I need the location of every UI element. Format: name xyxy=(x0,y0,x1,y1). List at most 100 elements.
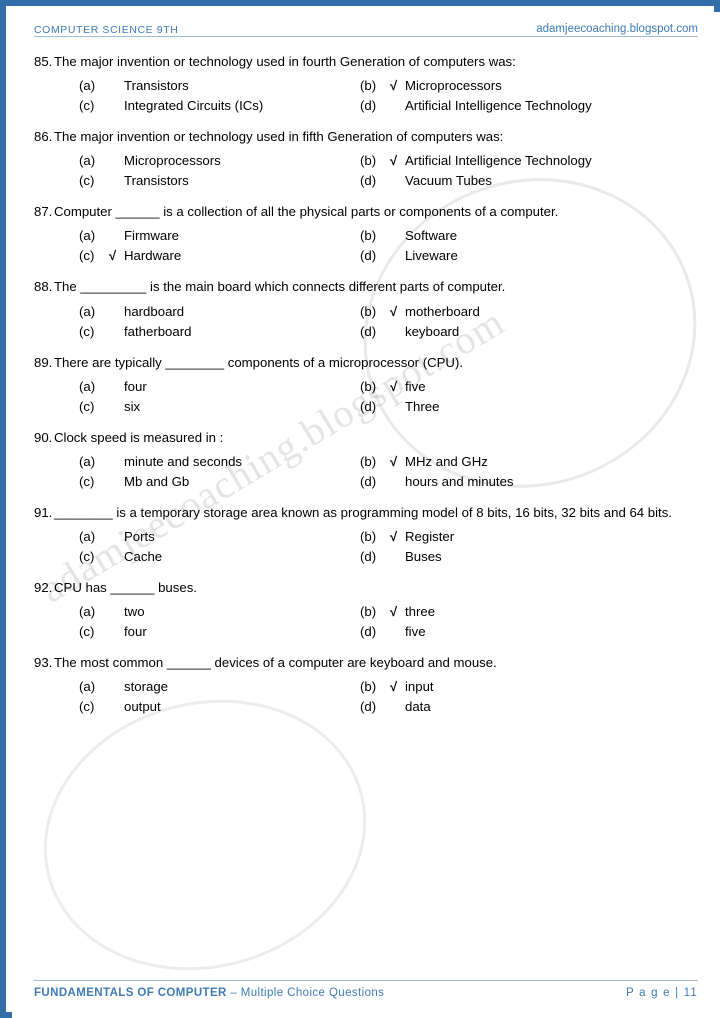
header-divider xyxy=(34,36,698,37)
page-border: COMPUTER SCIENCE 9TH adamjeecoaching.blo… xyxy=(0,0,720,1018)
correct-answer-tick-icon: √ xyxy=(390,153,398,169)
option-item[interactable]: (a) Firmware xyxy=(12,228,342,243)
option-text: Buses xyxy=(405,548,442,564)
option-item[interactable]: (b) √ MHz and GHz xyxy=(342,454,720,469)
option-label: (b) xyxy=(360,679,377,695)
question-row: 86. The major invention or technology use… xyxy=(12,127,720,146)
question-row: 85. The major invention or technology use… xyxy=(12,52,720,71)
option-text: Liveware xyxy=(405,248,458,264)
option-item[interactable]: (a) hardboard xyxy=(12,304,342,319)
option-text: Transistors xyxy=(124,173,189,189)
question-number: 91. xyxy=(34,504,53,520)
option-item[interactable]: (d) hours and minutes xyxy=(342,474,720,489)
option-item[interactable]: (d) data xyxy=(342,699,720,714)
correct-answer-tick-icon: √ xyxy=(390,453,398,469)
option-text: MHz and GHz xyxy=(405,453,488,469)
option-item[interactable]: (a) minute and seconds xyxy=(12,454,342,469)
option-item[interactable]: (c) Cache xyxy=(12,549,342,564)
option-item[interactable]: (c) six xyxy=(12,399,342,414)
header-website-link[interactable]: adamjeecoaching.blogspot.com xyxy=(536,23,698,35)
option-text: Artificial Intelligence Technology xyxy=(405,153,592,169)
correct-answer-tick-icon: √ xyxy=(109,248,117,264)
option-item[interactable]: (a) Ports xyxy=(12,529,342,544)
question-block: 88. The _________ is the main board which… xyxy=(12,277,720,338)
option-text: Hardware xyxy=(124,248,182,264)
question-block: 85. The major invention or technology use… xyxy=(12,52,720,113)
option-item[interactable]: (b) √ Artificial Intelligence Technology xyxy=(342,153,720,168)
option-item[interactable]: (d) five xyxy=(342,624,720,639)
option-item[interactable]: (a) storage xyxy=(12,679,342,694)
option-text: Ports xyxy=(124,528,155,544)
option-label: (a) xyxy=(79,78,96,94)
question-number: 89. xyxy=(34,354,53,370)
option-label: (d) xyxy=(360,248,377,264)
option-text: Integrated Circuits (ICs) xyxy=(124,98,264,114)
question-number: 86. xyxy=(34,129,53,145)
option-item[interactable]: (c) output xyxy=(12,699,342,714)
question-row: 91. ________ is a temporary storage area … xyxy=(12,503,720,522)
option-item[interactable]: (c) Integrated Circuits (ICs) xyxy=(12,98,342,113)
option-item[interactable]: (d) Artificial Intelligence Technology xyxy=(342,98,720,113)
option-label: (b) xyxy=(360,453,377,469)
option-text: five xyxy=(405,378,426,394)
option-text: input xyxy=(405,679,434,695)
option-text: output xyxy=(124,699,161,715)
question-row: 87. Computer ______ is a collection of al… xyxy=(12,202,720,221)
option-label: (c) xyxy=(79,624,95,640)
options-row: (c) output (d) data xyxy=(12,699,720,714)
option-text: Register xyxy=(405,528,455,544)
option-text: four xyxy=(124,378,147,394)
correct-answer-tick-icon: √ xyxy=(390,679,398,695)
question-block: 87. Computer ______ is a collection of al… xyxy=(12,202,720,263)
option-text: five xyxy=(405,624,426,640)
question-row: 90. Clock speed is measured in : xyxy=(12,428,720,447)
option-item[interactable]: (d) keyboard xyxy=(342,324,720,339)
option-item[interactable]: (b) Software xyxy=(342,228,720,243)
question-block: 86. The major invention or technology use… xyxy=(12,127,720,188)
option-item[interactable]: (c) Transistors xyxy=(12,173,342,188)
options-row: (c) Mb and Gb (d) hours and minutes xyxy=(12,474,720,489)
options-group: (a) hardboard (b) √ motherboard (c) fatherboar… xyxy=(12,304,720,339)
question-block: 93. The most common ______ devices of a c… xyxy=(12,653,720,714)
option-label: (d) xyxy=(360,699,377,715)
option-item[interactable]: (c) fatherboard xyxy=(12,324,342,339)
option-item[interactable]: (b) √ input xyxy=(342,679,720,694)
page-header: COMPUTER SCIENCE 9TH adamjeecoaching.blo… xyxy=(12,20,720,46)
option-label: (d) xyxy=(360,98,377,114)
option-item[interactable]: (b) √ Register xyxy=(342,529,720,544)
option-item[interactable]: (a) Microprocessors xyxy=(12,153,342,168)
question-text: Clock speed is measured in : xyxy=(54,429,224,445)
question-text: The major invention or technology used i… xyxy=(54,129,504,145)
option-label: (a) xyxy=(79,153,96,169)
option-item[interactable]: (b) √ five xyxy=(342,379,720,394)
option-item[interactable]: (a) four xyxy=(12,379,342,394)
question-number: 93. xyxy=(34,655,53,671)
option-item[interactable]: (a) Transistors xyxy=(12,78,342,93)
option-item[interactable]: (c) √ Hardware xyxy=(12,248,342,263)
option-item[interactable]: (d) Vacuum Tubes xyxy=(342,173,720,188)
option-text: fatherboard xyxy=(124,323,192,339)
option-label: (c) xyxy=(79,248,95,264)
options-row: (a) Firmware (b) Software xyxy=(12,228,720,243)
options-row: (a) Ports (b) √ Register xyxy=(12,529,720,544)
option-item[interactable]: (d) Liveware xyxy=(342,248,720,263)
options-row: (a) storage (b) √ input xyxy=(12,679,720,694)
question-number: 90. xyxy=(34,429,53,445)
option-label: (a) xyxy=(79,679,96,695)
options-row: (a) minute and seconds (b) √ MHz and GHz xyxy=(12,454,720,469)
option-item[interactable]: (b) √ motherboard xyxy=(342,304,720,319)
option-text: Cache xyxy=(124,548,163,564)
question-text: The most common ______ devices of a comp… xyxy=(54,655,497,671)
option-text: two xyxy=(124,604,145,620)
footer-chapter-subtitle: – Multiple Choice Questions xyxy=(226,987,385,999)
options-row: (c) Cache (d) Buses xyxy=(12,549,720,564)
footer-chapter-name: FUNDAMENTALS OF COMPUTER xyxy=(34,987,227,999)
option-item[interactable]: (b) √ Microprocessors xyxy=(342,78,720,93)
option-item[interactable]: (d) Buses xyxy=(342,549,720,564)
option-item[interactable]: (d) Three xyxy=(342,399,720,414)
option-item[interactable]: (c) four xyxy=(12,624,342,639)
option-item[interactable]: (c) Mb and Gb xyxy=(12,474,342,489)
options-group: (a) Transistors (b) √ Microprocessors (c) Inte… xyxy=(12,78,720,113)
option-item[interactable]: (a) two xyxy=(12,604,342,619)
option-item[interactable]: (b) √ three xyxy=(342,604,720,619)
